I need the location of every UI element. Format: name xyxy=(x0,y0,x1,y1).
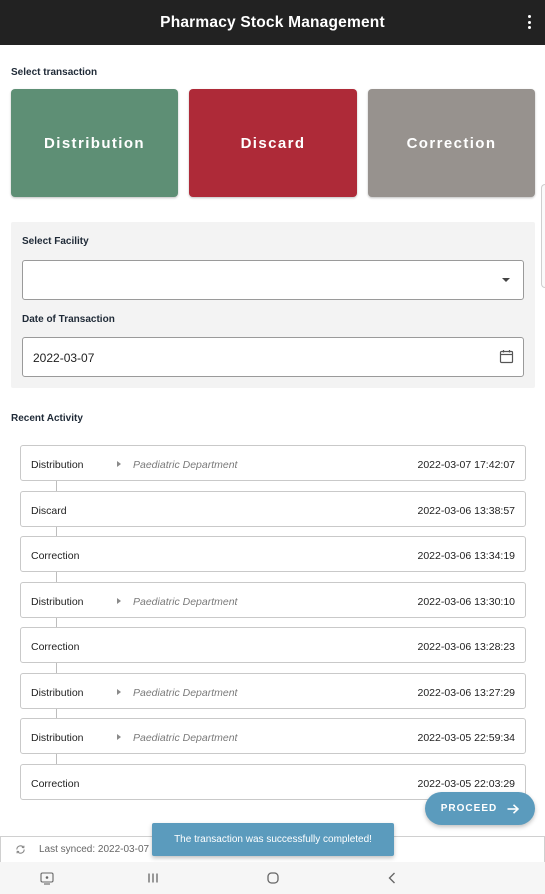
activity-timestamp: 2022-03-06 13:27:29 xyxy=(417,687,516,699)
activity-type: Distribution xyxy=(31,459,84,471)
activity-item[interactable]: Distribution Paediatric Department 2022-… xyxy=(20,582,526,618)
calendar-icon[interactable] xyxy=(499,349,514,364)
chevron-right-icon xyxy=(117,598,121,604)
home-icon[interactable] xyxy=(265,870,281,886)
activity-item[interactable]: Correction 2022-03-06 13:28:23 xyxy=(20,627,526,663)
arrow-right-icon xyxy=(507,803,520,814)
dropdown-caret-icon xyxy=(502,278,510,282)
activity-timestamp: 2022-03-06 13:28:23 xyxy=(417,641,516,653)
app-bar: Pharmacy Stock Management xyxy=(0,0,545,45)
sync-icon[interactable] xyxy=(15,844,26,855)
activity-item[interactable]: Discard 2022-03-06 13:38:57 xyxy=(20,491,526,527)
back-icon[interactable] xyxy=(384,870,400,886)
activity-timestamp: 2022-03-05 22:03:29 xyxy=(417,778,516,790)
date-value: 2022-03-07 xyxy=(33,351,95,365)
activity-type: Distribution xyxy=(31,732,84,744)
edge-panel-handle[interactable] xyxy=(541,184,545,288)
select-transaction-label: Select transaction xyxy=(11,67,98,78)
date-label: Date of Transaction xyxy=(22,314,115,325)
chevron-right-icon xyxy=(117,461,121,467)
correction-button[interactable]: Correction xyxy=(368,89,535,197)
success-toast: The transaction was successfully complet… xyxy=(152,823,394,856)
facility-select[interactable] xyxy=(22,260,524,300)
facility-label: Select Facility xyxy=(22,236,89,247)
activity-type: Distribution xyxy=(31,596,84,608)
proceed-button[interactable]: PROCEED xyxy=(425,792,535,825)
activity-department: Paediatric Department xyxy=(133,732,238,744)
last-synced-text: Last synced: 2022-03-07 xyxy=(39,844,150,855)
activity-department: Paediatric Department xyxy=(133,459,238,471)
activity-item[interactable]: Distribution Paediatric Department 2022-… xyxy=(20,673,526,709)
transaction-form-panel: Select Facility Date of Transaction 2022… xyxy=(11,222,535,388)
app-title: Pharmacy Stock Management xyxy=(160,13,385,31)
activity-timestamp: 2022-03-07 17:42:07 xyxy=(417,459,516,471)
keyboard-switch-icon[interactable] xyxy=(39,870,55,886)
activity-department: Paediatric Department xyxy=(133,596,238,608)
recent-apps-icon[interactable] xyxy=(145,870,161,886)
distribution-button[interactable]: Distribution xyxy=(11,89,178,197)
activity-timestamp: 2022-03-06 13:30:10 xyxy=(417,596,516,608)
activity-item[interactable]: Distribution Paediatric Department 2022-… xyxy=(20,718,526,754)
activity-item[interactable]: Distribution Paediatric Department 2022-… xyxy=(20,445,526,481)
activity-timestamp: 2022-03-05 22:59:34 xyxy=(417,732,516,744)
chevron-right-icon xyxy=(117,734,121,740)
activity-item[interactable]: Correction 2022-03-06 13:34:19 xyxy=(20,536,526,572)
date-field[interactable]: 2022-03-07 xyxy=(22,337,524,377)
activity-department: Paediatric Department xyxy=(133,687,238,699)
activity-type: Correction xyxy=(31,778,80,790)
discard-button[interactable]: Discard xyxy=(189,89,357,197)
more-vert-icon[interactable] xyxy=(523,12,535,32)
activity-type: Distribution xyxy=(31,687,84,699)
activity-timestamp: 2022-03-06 13:34:19 xyxy=(417,550,516,562)
activity-type: Discard xyxy=(31,505,67,517)
activity-type: Correction xyxy=(31,550,80,562)
chevron-right-icon xyxy=(117,689,121,695)
activity-type: Correction xyxy=(31,641,80,653)
recent-activity-label: Recent Activity xyxy=(11,413,83,424)
activity-timestamp: 2022-03-06 13:38:57 xyxy=(417,505,516,517)
proceed-label: PROCEED xyxy=(440,803,498,814)
system-nav-bar xyxy=(0,862,545,894)
toast-message: The transaction was successfully complet… xyxy=(174,834,372,845)
